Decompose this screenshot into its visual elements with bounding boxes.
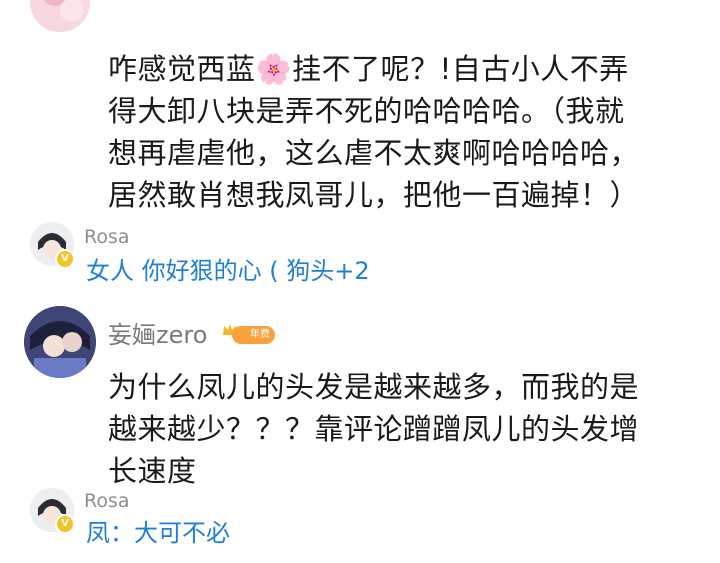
comment-body-2: 为什么凤儿的头发是越来越多，而我的是 越来越少？？？靠评论蹭蹭凤儿的头发增 长速… [108, 366, 708, 492]
comment-author-name[interactable]: 妄婳zero [108, 320, 207, 350]
avatar-top-user[interactable] [30, 0, 90, 32]
comment-line: 越来越少？？？靠评论蹭蹭凤儿的头发增 [108, 412, 640, 446]
comment-line: 居然敢肖想我凤哥儿，把他一百遍掉！） [108, 178, 640, 212]
avatar-image [24, 306, 96, 378]
verified-badge-icon: V [55, 249, 75, 269]
verified-badge-icon: V [55, 514, 75, 534]
annual-member-badge: 年费 [232, 326, 275, 344]
reply-text: 女人 你好狠的心 ( 狗头+2 [86, 257, 370, 285]
comment-line: 长速度 [108, 454, 197, 488]
reply-author-name[interactable]: Rosa [84, 490, 130, 512]
avatar-wanghua[interactable] [24, 306, 96, 378]
comment-line: 想再虐虐他，这么虐不太爽啊哈哈哈哈， [108, 136, 640, 170]
avatar-image [30, 0, 90, 32]
comment-body-top: 咋感觉西蓝🌸挂不了呢？!自古小人不弄 得大卸八块是弄不死的哈哈哈哈。（我就 想再… [108, 48, 708, 216]
comment-line: 得大卸八块是弄不死的哈哈哈哈。（我就 [108, 94, 625, 128]
comment-line: 为什么凤儿的头发是越来越多，而我的是 [108, 370, 640, 404]
reply-author-name[interactable]: Rosa [84, 226, 130, 248]
comment-line: 咋感觉西蓝🌸挂不了呢？!自古小人不弄 [108, 52, 629, 86]
reply-text: 凤：大可不必 [86, 519, 230, 547]
